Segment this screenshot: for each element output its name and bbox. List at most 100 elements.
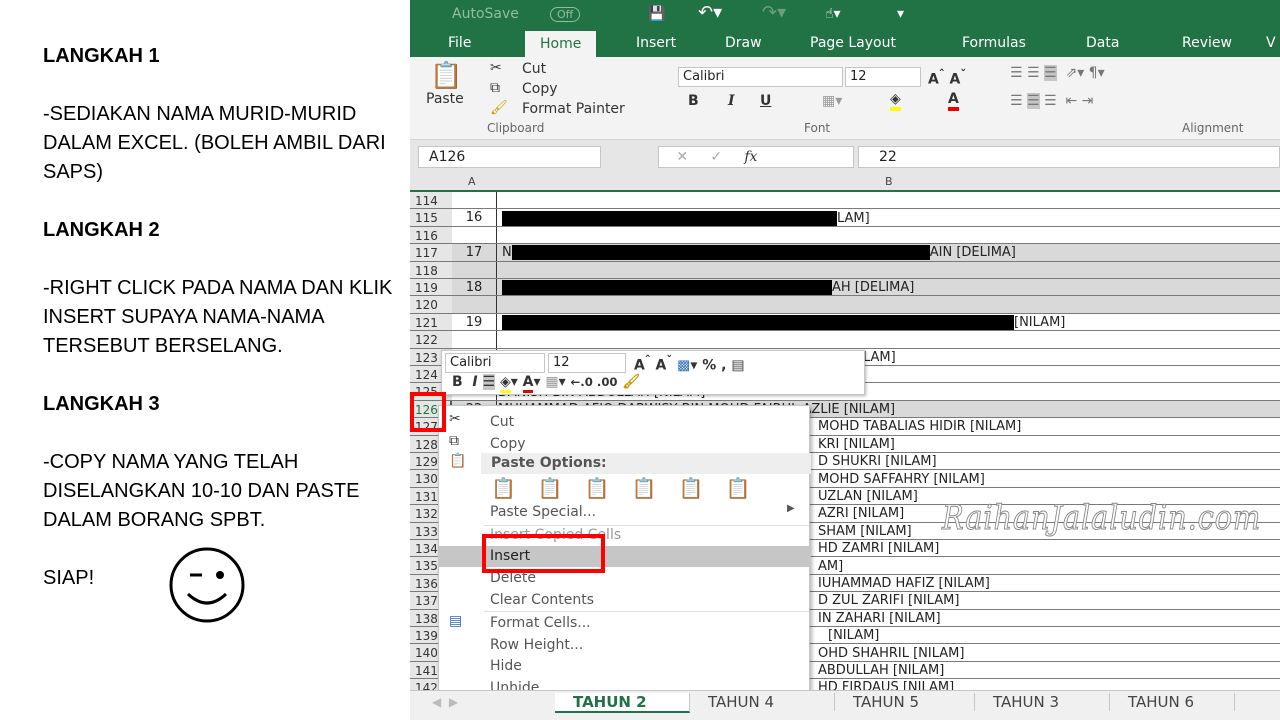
- menu-item-cut[interactable]: Cut: [439, 412, 811, 433]
- paste-icon[interactable]: 📋: [430, 61, 462, 91]
- sheet-tab-tahun-6[interactable]: TAHUN 6: [1110, 693, 1235, 711]
- row-header[interactable]: 121: [410, 313, 452, 331]
- font-color-icon[interactable]: A: [948, 91, 959, 111]
- column-header-b[interactable]: B: [885, 175, 893, 188]
- cell-a[interactable]: 17: [452, 244, 497, 261]
- menu-item-hide[interactable]: Hide: [439, 656, 811, 677]
- tab-home[interactable]: Home: [525, 31, 597, 57]
- cell-b[interactable]: IN ZAHARI [NILAM]: [818, 610, 941, 626]
- sheet-tab-tahun-3[interactable]: TAHUN 3: [975, 693, 1110, 711]
- borders-icon[interactable]: ▦▾: [822, 93, 842, 109]
- cell-a[interactable]: [452, 226, 497, 244]
- table-row[interactable]: 121 19 [NILAM]: [410, 313, 1280, 332]
- cell-a[interactable]: 18: [452, 279, 497, 296]
- underline-icon[interactable]: U: [760, 93, 771, 109]
- menu-item-row-height[interactable]: Row Height...: [439, 635, 811, 656]
- align-top-icon[interactable]: ☰ ☰ ☰ ⇗▾ ¶▾: [1010, 65, 1105, 81]
- mini-size-select[interactable]: 12: [548, 353, 626, 373]
- tab-page-layout[interactable]: Page Layout: [810, 35, 896, 51]
- redo-icon[interactable]: ↷▾: [762, 2, 786, 23]
- formula-input[interactable]: 22: [858, 146, 1280, 168]
- font-size-select[interactable]: 12: [845, 67, 921, 87]
- cut-button[interactable]: Cut: [522, 61, 546, 77]
- cell-b[interactable]: AH [DELIMA]: [498, 279, 914, 296]
- tab-formulas[interactable]: Formulas: [962, 35, 1026, 51]
- cell-b[interactable]: IUHAMMAD HAFIZ [NILAM]: [818, 575, 990, 591]
- cell-b[interactable]: [NILAM]: [828, 627, 879, 643]
- mini-bold-icon[interactable]: B I ☰ ◈▾ A▾ ▦▾ ←.0 .00 🖌: [452, 374, 640, 393]
- table-row[interactable]: 115 16 LAM]: [410, 209, 1280, 227]
- column-header-a[interactable]: A: [468, 175, 476, 188]
- cell-a[interactable]: [452, 331, 497, 348]
- paste-button[interactable]: Paste: [426, 91, 464, 107]
- cell-b[interactable]: LAM]: [498, 209, 870, 226]
- autosave-toggle[interactable]: Off: [550, 7, 581, 22]
- name-box[interactable]: A126: [418, 146, 601, 168]
- customize-qat-icon[interactable]: ▾: [897, 6, 904, 22]
- bold-icon[interactable]: B: [688, 93, 699, 109]
- cell-b[interactable]: HD ZAMRI [NILAM]: [818, 540, 939, 556]
- save-icon[interactable]: 💾: [648, 6, 665, 22]
- touch-mode-icon[interactable]: ☝▾: [825, 6, 841, 22]
- table-row[interactable]: 118: [410, 261, 1280, 279]
- align-left-icon[interactable]: ☰ ☰ ☰ ⇤ ⇥: [1010, 93, 1093, 109]
- tab-data[interactable]: Data: [1086, 35, 1119, 51]
- cell-b[interactable]: MOHD SAFFAHRY [NILAM]: [818, 470, 985, 487]
- cell-b[interactable]: N AIN [DELIMA]: [498, 244, 1016, 261]
- menu-item-paste-special[interactable]: Paste Special...: [439, 502, 811, 523]
- cell-a[interactable]: [452, 261, 497, 278]
- table-row[interactable]: 122: [410, 331, 1280, 349]
- menu-item-copy[interactable]: Copy: [439, 434, 811, 455]
- cell-b[interactable]: MOHD TABALIAS HIDIR [NILAM]: [818, 418, 1021, 434]
- cell-b[interactable]: KRI [NILAM]: [818, 436, 895, 452]
- cell-b[interactable]: D SHUKRI [NILAM]: [818, 453, 937, 469]
- copy-button[interactable]: Copy: [522, 81, 558, 97]
- table-row[interactable]: 120: [410, 296, 1280, 314]
- row-header[interactable]: 116: [410, 226, 452, 244]
- cell-b[interactable]: AZRI [NILAM]: [818, 505, 904, 521]
- tab-file[interactable]: File: [448, 35, 471, 51]
- row-header[interactable]: 115: [410, 209, 452, 226]
- fill-color-icon[interactable]: ◈: [890, 91, 901, 111]
- sheet-scroll-arrows[interactable]: ◀ ▶: [432, 695, 458, 709]
- tab-insert[interactable]: Insert: [636, 35, 676, 51]
- cell-b[interactable]: SHAM [NILAM]: [818, 523, 912, 539]
- cell-b[interactable]: AM]: [818, 557, 843, 574]
- undo-icon[interactable]: ↶▾: [698, 2, 722, 23]
- cell-b[interactable]: D ZUL ZARIFI [NILAM]: [818, 592, 959, 608]
- menu-item-clear-contents[interactable]: Clear Contents: [439, 590, 811, 611]
- cell-a[interactable]: [452, 296, 497, 313]
- table-row[interactable]: 117 17 N AIN [DELIMA]: [410, 244, 1280, 262]
- sheet-tab-tahun-5[interactable]: TAHUN 5: [835, 693, 975, 711]
- sheet-tab-tahun-2[interactable]: TAHUN 2: [555, 693, 690, 713]
- cell-a[interactable]: 19: [452, 313, 497, 331]
- sheet-tab-tahun-4[interactable]: TAHUN 4: [690, 693, 835, 711]
- format-painter-button[interactable]: Format Painter: [522, 101, 625, 117]
- cell-b[interactable]: OHD SHAHRIL [NILAM]: [818, 644, 964, 661]
- cell-a[interactable]: 16: [452, 209, 497, 226]
- font-name-select[interactable]: Calibri: [678, 67, 843, 87]
- row-header[interactable]: 120: [410, 296, 452, 313]
- row-header[interactable]: 122: [410, 331, 452, 348]
- row-header[interactable]: 118: [410, 261, 452, 278]
- menu-item-format-cells[interactable]: Format Cells...: [439, 613, 811, 634]
- row-header[interactable]: 114: [410, 192, 452, 209]
- cell-b[interactable]: [NILAM]: [498, 314, 1065, 330]
- tab-view[interactable]: V: [1266, 35, 1276, 51]
- tab-draw[interactable]: Draw: [725, 35, 762, 51]
- table-row[interactable]: 116: [410, 226, 1280, 245]
- table-row[interactable]: 114: [410, 192, 1280, 210]
- row-header[interactable]: 119: [410, 279, 452, 296]
- row-header[interactable]: 117: [410, 244, 452, 261]
- table-row[interactable]: 119 18 AH [DELIMA]: [410, 279, 1280, 297]
- cell-b[interactable]: LAM]: [863, 349, 896, 365]
- cell-a[interactable]: [452, 192, 497, 209]
- fx-icon[interactable]: fx: [744, 149, 757, 165]
- italic-icon[interactable]: I: [728, 93, 735, 109]
- mini-grow-font-icon[interactable]: Aˆ Aˇ ▩▾ % , ▤: [634, 353, 745, 374]
- grow-font-icon[interactable]: Aˆ Aˇ: [928, 67, 966, 88]
- tab-review[interactable]: Review: [1182, 35, 1232, 51]
- cell-b[interactable]: UZLAN [NILAM]: [818, 488, 918, 504]
- paste-option-icons[interactable]: 📋📋📋📋📋📋: [491, 476, 772, 500]
- mini-font-select[interactable]: Calibri: [445, 353, 545, 373]
